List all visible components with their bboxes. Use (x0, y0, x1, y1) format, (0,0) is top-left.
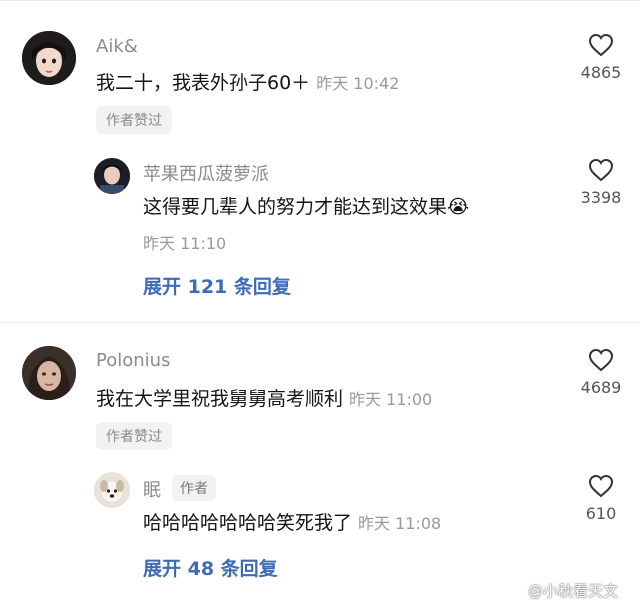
reply-text: 哈哈哈哈哈哈哈笑死我了 昨天 11:08 (143, 508, 441, 535)
heart-icon (588, 474, 614, 498)
username[interactable]: Aik& (96, 36, 138, 57)
author-liked-badge: 作者赞过 (96, 422, 172, 450)
avatar-girl-icon (22, 31, 76, 85)
reply-body: 这得要几辈人的努力才能达到这效果 (143, 196, 448, 218)
like-button[interactable]: 4689 (571, 348, 631, 397)
crying-emoji-icon: 😭 (447, 196, 470, 218)
timestamp: 昨天 10:42 (316, 74, 400, 93)
heart-icon (588, 33, 614, 57)
comment-text: 我在大学里祝我舅舅高考顺利 昨天 11:00 (96, 384, 432, 411)
reply-timestamp: 昨天 11:08 (358, 514, 442, 533)
reply-avatar[interactable] (94, 472, 130, 508)
heart-icon (588, 158, 614, 182)
avatar-dog-icon (94, 472, 130, 508)
like-button[interactable]: 4865 (571, 33, 631, 82)
comment-body: 我二十，我表外孙子60＋ (96, 72, 311, 94)
reply-username[interactable]: 眠 (143, 476, 161, 502)
expand-replies-link[interactable]: 展开 48 条回复 (143, 554, 278, 581)
avatar[interactable] (22, 346, 76, 400)
avatar-woman-icon (22, 346, 76, 400)
reply-text: 这得要几辈人的努力才能达到这效果😭 (143, 192, 469, 219)
comment-text: 我二十，我表外孙子60＋ 昨天 10:42 (96, 68, 399, 95)
reply-username[interactable]: 苹果西瓜菠萝派 (143, 160, 269, 186)
avatar[interactable] (22, 31, 76, 85)
expand-replies-link[interactable]: 展开 121 条回复 (143, 272, 291, 299)
reply-body: 哈哈哈哈哈哈哈笑死我了 (143, 512, 353, 534)
reply-timestamp: 昨天 11:10 (143, 234, 227, 253)
timestamp: 昨天 11:00 (349, 390, 433, 409)
watermark: @小秋看天文 (528, 582, 619, 600)
like-count: 3398 (580, 188, 622, 207)
like-count: 4689 (580, 378, 622, 397)
reply-like-button[interactable]: 610 (571, 474, 631, 523)
comment-divider (0, 322, 640, 323)
like-count: 4865 (580, 63, 622, 82)
reply-avatar[interactable] (94, 158, 130, 194)
like-count: 610 (585, 504, 617, 523)
top-divider (0, 0, 640, 1)
author-liked-badge: 作者赞过 (96, 106, 172, 134)
reply-like-button[interactable]: 3398 (571, 158, 631, 207)
author-tag: 作者 (172, 475, 216, 501)
comment-body: 我在大学里祝我舅舅高考顺利 (96, 388, 344, 410)
heart-icon (588, 348, 614, 372)
username[interactable]: Polonius (96, 350, 170, 371)
avatar-boy-icon (94, 158, 130, 194)
